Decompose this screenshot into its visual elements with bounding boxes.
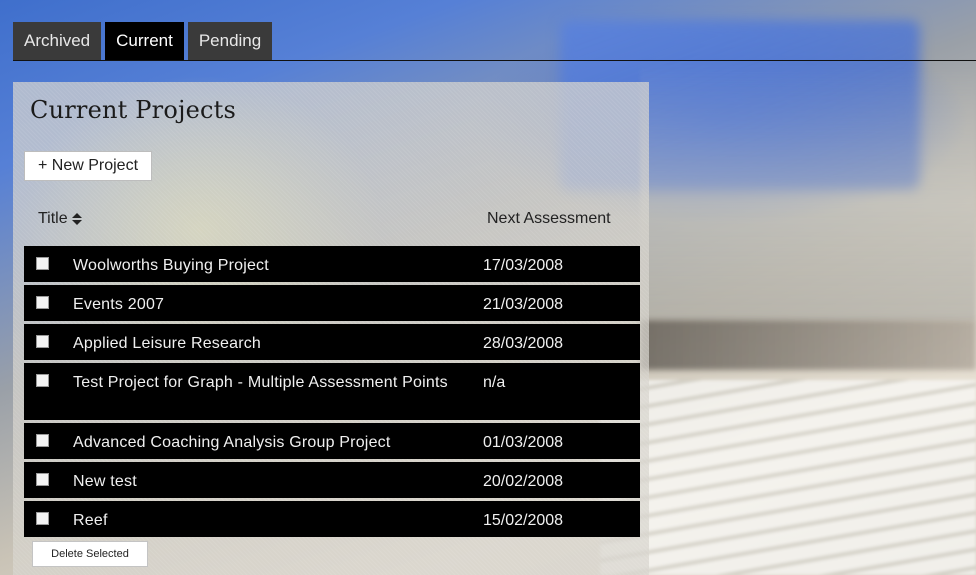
row-checkbox[interactable] [36, 473, 49, 486]
column-header-title[interactable]: Title [38, 210, 82, 228]
projects-list: Woolworths Buying Project 17/03/2008 Eve… [24, 246, 640, 540]
projects-panel: Current Projects + New Project Title Nex… [13, 82, 649, 575]
table-row[interactable]: Test Project for Graph - Multiple Assess… [24, 363, 640, 420]
row-checkbox[interactable] [36, 434, 49, 447]
row-checkbox[interactable] [36, 512, 49, 525]
project-title[interactable]: Events 2007 [73, 294, 463, 315]
project-title[interactable]: Reef [73, 510, 463, 531]
project-next-assessment: n/a [483, 374, 506, 391]
row-checkbox[interactable] [36, 335, 49, 348]
row-checkbox[interactable] [36, 257, 49, 270]
tab-divider [13, 60, 976, 61]
tab-archived[interactable]: Archived [13, 22, 102, 60]
row-checkbox[interactable] [36, 374, 49, 387]
tab-current[interactable]: Current [105, 22, 184, 60]
project-title[interactable]: Applied Leisure Research [73, 333, 463, 354]
tab-bar: Archived Current Pending [13, 22, 273, 60]
table-row[interactable]: Woolworths Buying Project 17/03/2008 [24, 246, 640, 282]
project-next-assessment: 01/03/2008 [483, 434, 564, 451]
background-keyboard [600, 380, 976, 575]
table-row[interactable]: New test 20/02/2008 [24, 462, 640, 498]
project-title[interactable]: Woolworths Buying Project [73, 255, 463, 276]
background-desk-shadow [640, 320, 976, 370]
project-title[interactable]: Test Project for Graph - Multiple Assess… [73, 372, 463, 393]
table-row[interactable]: Advanced Coaching Analysis Group Project… [24, 423, 640, 459]
project-title[interactable]: Advanced Coaching Analysis Group Project [73, 432, 463, 453]
project-next-assessment: 15/02/2008 [483, 512, 564, 529]
new-project-button[interactable]: + New Project [24, 151, 152, 181]
tab-pending[interactable]: Pending [187, 22, 273, 60]
sort-icon[interactable] [71, 212, 82, 226]
project-next-assessment: 20/02/2008 [483, 473, 564, 490]
table-row[interactable]: Events 2007 21/03/2008 [24, 285, 640, 321]
background-monitor [640, 60, 976, 320]
delete-selected-button[interactable]: Delete Selected [32, 541, 148, 567]
table-row[interactable]: Applied Leisure Research 28/03/2008 [24, 324, 640, 360]
project-title[interactable]: New test [73, 471, 463, 492]
project-next-assessment: 28/03/2008 [483, 335, 564, 352]
column-header-next-assessment: Next Assessment [487, 210, 611, 227]
column-title-label: Title [38, 210, 68, 227]
page-title: Current Projects [30, 96, 237, 124]
project-next-assessment: 21/03/2008 [483, 296, 564, 313]
table-row[interactable]: Reef 15/02/2008 [24, 501, 640, 537]
row-checkbox[interactable] [36, 296, 49, 309]
project-next-assessment: 17/03/2008 [483, 257, 564, 274]
